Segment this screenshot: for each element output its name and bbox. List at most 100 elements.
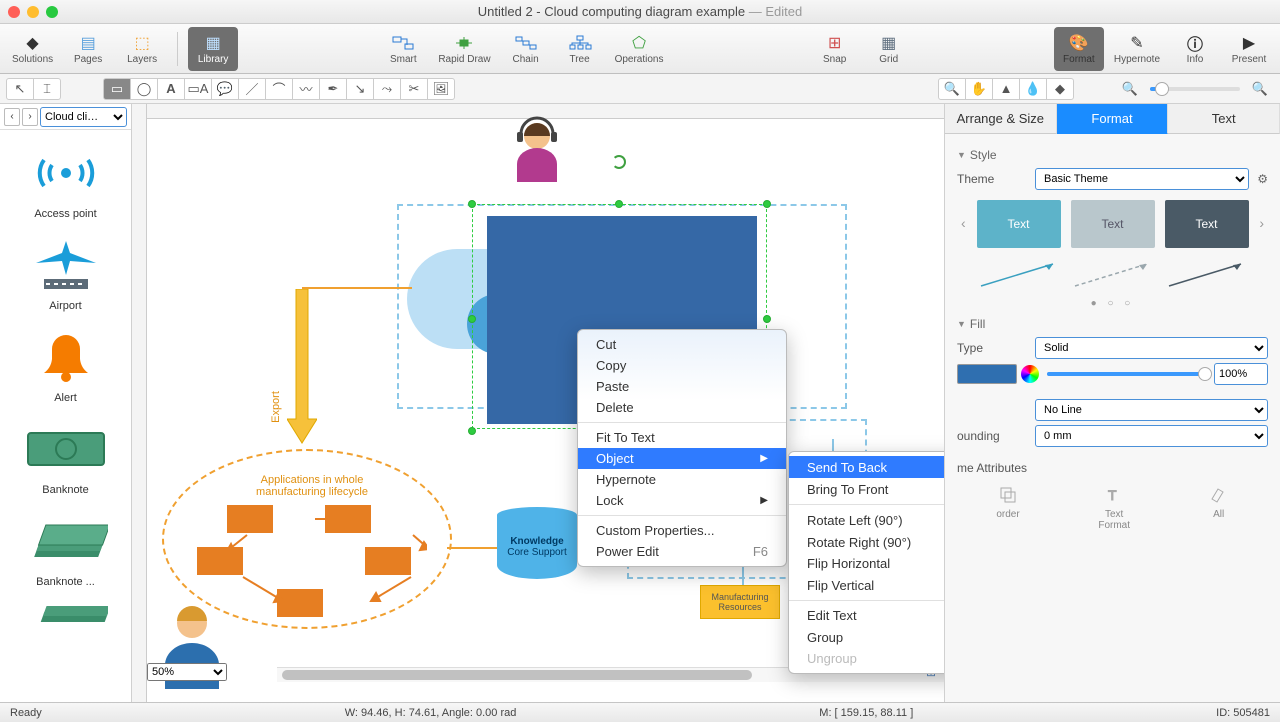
next-style-icon[interactable]: › [1255, 215, 1268, 231]
zoom-in-icon[interactable]: 🔍 [1246, 78, 1274, 100]
menu-rotate-right[interactable]: Rotate Right (90°)⌘R [789, 531, 944, 553]
present-button[interactable]: ▶Present [1224, 27, 1274, 71]
resize-handle[interactable] [468, 315, 476, 323]
resource-block[interactable]: Manufacturing Resources [700, 585, 780, 619]
eyedropper-tool[interactable]: 💧 [1019, 78, 1047, 100]
library-item-airport[interactable]: Airport [0, 228, 131, 320]
tab-text[interactable]: Text [1168, 104, 1280, 134]
fill-type-select[interactable]: Solid [1035, 337, 1268, 359]
menu-edit-text[interactable]: Edit TextF5 [789, 605, 944, 626]
zoom-window-button[interactable] [46, 6, 58, 18]
close-window-button[interactable] [8, 6, 20, 18]
database-shape[interactable]: KnowledgeCore Support [497, 507, 577, 579]
resize-handle[interactable] [763, 200, 771, 208]
format-toolbar-button[interactable]: 🎨Format [1054, 27, 1104, 71]
resize-handle[interactable] [468, 427, 476, 435]
ellipse-tool[interactable]: ◯ [130, 78, 158, 100]
solutions-button[interactable]: ◆Solutions [6, 27, 59, 71]
canvas[interactable]: Export Applications in whole manufacturi… [132, 104, 944, 702]
pointer-tool[interactable]: ↖ [6, 78, 34, 100]
menu-power-edit[interactable]: Power EditF6 [578, 541, 786, 562]
zoom-slider[interactable] [1150, 87, 1240, 91]
layers-button[interactable]: ⬚Layers [117, 27, 167, 71]
arrow-style[interactable] [1071, 260, 1155, 290]
opacity-slider[interactable] [1047, 372, 1206, 376]
stamp-tool[interactable]: ▲ [992, 78, 1020, 100]
fill-color-chip[interactable] [957, 364, 1017, 384]
style-swatch[interactable]: Text [1071, 200, 1155, 248]
connector-tool[interactable]: ↘ [346, 78, 374, 100]
style-swatch[interactable]: Text [977, 200, 1061, 248]
smart-button[interactable]: Smart [378, 27, 428, 71]
zoom-out-icon[interactable]: 🔍 [1116, 78, 1144, 100]
line-tool[interactable]: ／ [238, 78, 266, 100]
gear-icon[interactable]: ⚙ [1257, 172, 1268, 186]
menu-paste[interactable]: Paste [578, 376, 786, 397]
spline-tool[interactable]: 〰 [292, 78, 320, 100]
style-swatch[interactable]: Text [1165, 200, 1249, 248]
tab-arrange-size[interactable]: Arrange & Size [945, 104, 1057, 134]
text-cursor-tool[interactable]: ⌶ [33, 78, 61, 100]
menu-custom-properties[interactable]: Custom Properties... [578, 520, 786, 541]
support-person-icon[interactable] [507, 114, 567, 187]
callout-tool[interactable]: 💬 [211, 78, 239, 100]
chain-button[interactable]: Chain [501, 27, 551, 71]
pan-tool[interactable]: ✋ [965, 78, 993, 100]
attr-all-button[interactable]: All [1209, 485, 1229, 531]
textbox-tool[interactable]: ▭A [184, 78, 212, 100]
library-item-more[interactable] [0, 596, 131, 630]
insert-image-tool[interactable]: 🖼 [427, 78, 455, 100]
prev-style-icon[interactable]: ‹ [957, 215, 970, 231]
resize-handle[interactable] [763, 315, 771, 323]
text-tool[interactable]: A [157, 78, 185, 100]
attr-text-format-button[interactable]: TText Format [1098, 485, 1130, 531]
resize-handle[interactable] [615, 200, 623, 208]
library-back-button[interactable]: ‹ [4, 108, 20, 126]
menu-group[interactable]: Group⌘G [789, 626, 944, 648]
color-wheel-icon[interactable] [1021, 365, 1039, 383]
fill-section-header[interactable]: Fill [957, 317, 1268, 331]
library-forward-button[interactable]: › [22, 108, 38, 126]
style-section-header[interactable]: Style [957, 148, 1268, 162]
rect-tool[interactable]: ▭ [103, 78, 131, 100]
grid-button[interactable]: ▦Grid [864, 27, 914, 71]
arrow-style[interactable] [977, 260, 1061, 290]
menu-bring-to-front[interactable]: Bring To Front⌥⌘F [789, 478, 944, 500]
menu-lock[interactable]: Lock▶ [578, 490, 786, 511]
menu-fit-to-text[interactable]: Fit To Text [578, 427, 786, 448]
snap-button[interactable]: ⊞Snap [810, 27, 860, 71]
opacity-input[interactable] [1214, 363, 1268, 385]
theme-select[interactable]: Basic Theme [1035, 168, 1249, 190]
library-item-banknote[interactable]: Banknote [0, 412, 131, 504]
menu-send-to-back[interactable]: Send To Back⌥⌘B [789, 456, 944, 478]
menu-flip-horizontal[interactable]: Flip Horizontal [789, 553, 944, 574]
export-arrow[interactable] [287, 289, 317, 449]
menu-cut[interactable]: Cut [578, 334, 786, 355]
minimize-window-button[interactable] [27, 6, 39, 18]
pages-button[interactable]: ▤Pages [63, 27, 113, 71]
style-pager-dots[interactable]: ● ○ ○ [957, 298, 1268, 309]
library-item-alert[interactable]: Alert [0, 320, 131, 412]
zoom-tool[interactable]: 🔍 [938, 78, 966, 100]
library-button[interactable]: ▦Library [188, 27, 238, 71]
rounding-select[interactable]: 0 mm [1035, 425, 1268, 447]
menu-hypernote[interactable]: Hypernote [578, 469, 786, 490]
zoom-select[interactable]: 50% [147, 663, 227, 681]
library-selector[interactable]: Cloud cli… [40, 107, 127, 127]
arrow-style[interactable] [1165, 260, 1249, 290]
tree-button[interactable]: Tree [555, 27, 605, 71]
rotate-handle[interactable] [612, 155, 626, 169]
line-style-select[interactable]: No Line [1035, 399, 1268, 421]
edit-points-tool[interactable]: ✂ [400, 78, 428, 100]
menu-delete[interactable]: Delete [578, 397, 786, 418]
pen-tool[interactable]: ✒ [319, 78, 347, 100]
menu-rotate-left[interactable]: Rotate Left (90°)⌘L [789, 509, 944, 531]
resize-handle[interactable] [468, 200, 476, 208]
operations-button[interactable]: ⬠Operations [609, 27, 670, 71]
hypernote-toolbar-button[interactable]: ✎Hypernote [1108, 27, 1166, 71]
info-button[interactable]: ⓘInfo [1170, 27, 1220, 71]
menu-flip-vertical[interactable]: Flip Vertical⌥⌘J [789, 574, 944, 596]
rapid-draw-button[interactable]: Rapid Draw [432, 27, 496, 71]
attr-order-button[interactable]: order [996, 485, 1019, 531]
smart-connector-tool[interactable]: ⤳ [373, 78, 401, 100]
